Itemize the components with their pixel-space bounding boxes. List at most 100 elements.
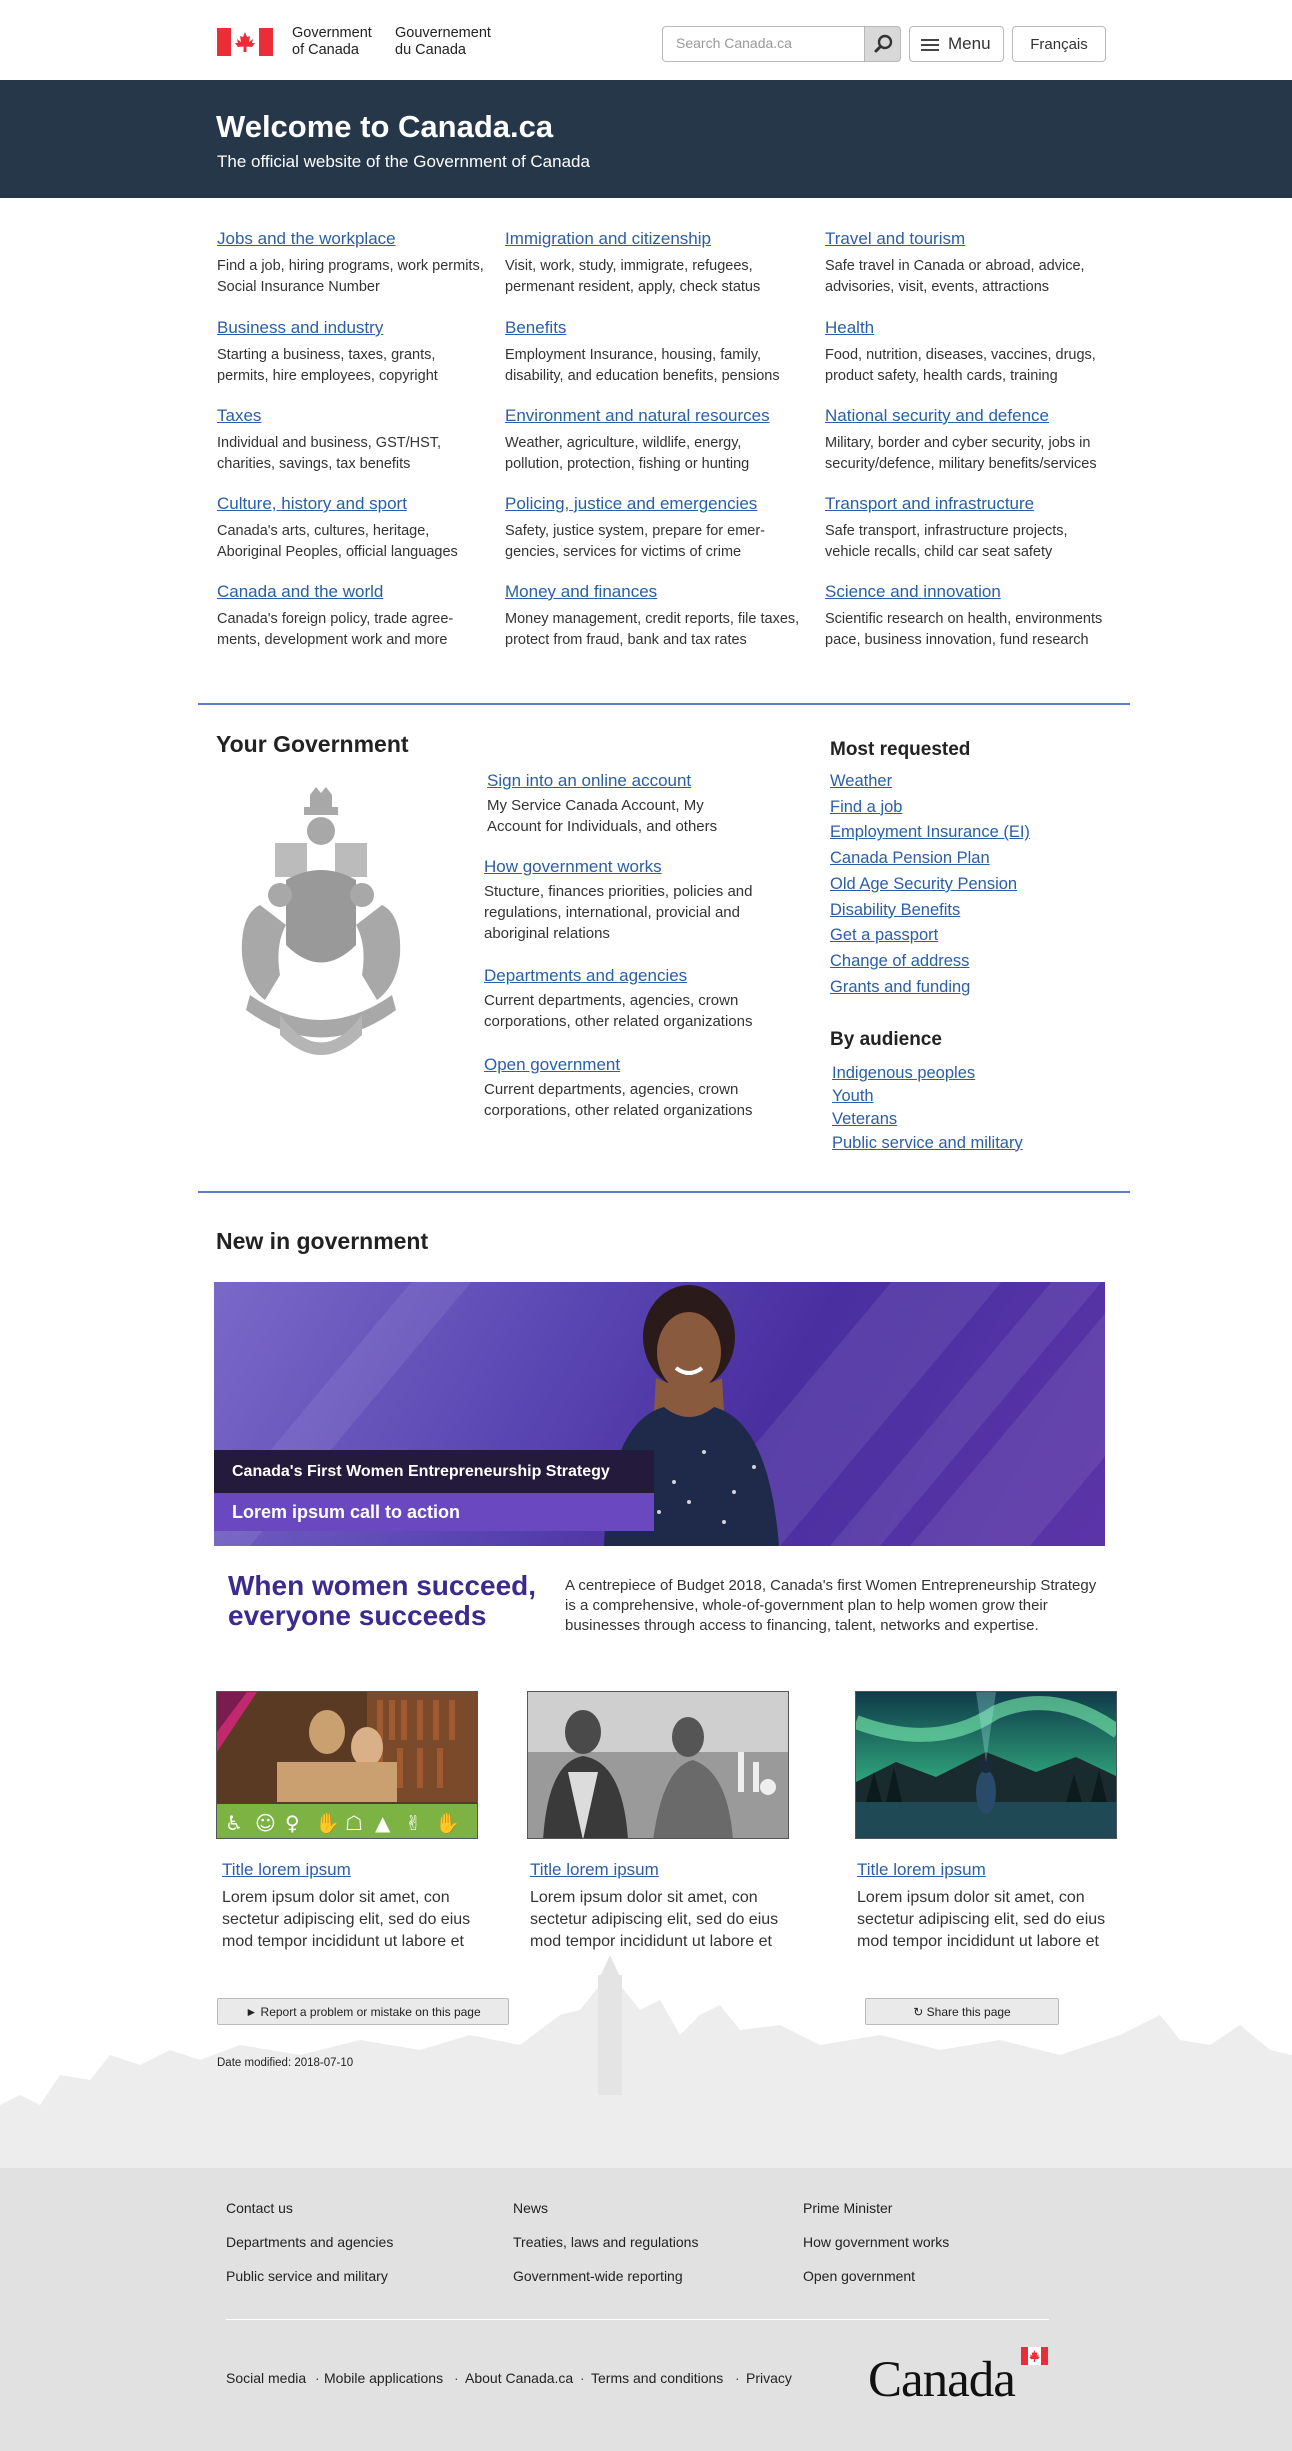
search-input[interactable]: Search Canada.ca xyxy=(662,26,865,62)
card-title-link[interactable]: Title lorem ipsum xyxy=(222,1860,351,1880)
topic-link[interactable]: Taxes xyxy=(217,406,487,426)
topic-item: Transport and infrastructure Safe transpo… xyxy=(825,494,1115,563)
topic-item: National security and defence Military, b… xyxy=(825,406,1125,475)
topic-link[interactable]: Transport and infrastructure xyxy=(825,494,1115,514)
feature-banner[interactable]: Canada's First Women Entrepreneurship St… xyxy=(214,1282,1105,1546)
footer-link-open-government[interactable]: Open government xyxy=(803,2268,915,2284)
topic-link[interactable]: Money and finances xyxy=(505,582,805,602)
audience-link[interactable]: Youth xyxy=(832,1087,874,1105)
scientists-lab-image xyxy=(528,1692,788,1838)
topic-description: Safety, justice system, prepare for emer… xyxy=(505,523,766,560)
hero-banner: Welcome to Canada.ca The official websit… xyxy=(0,80,1292,198)
topic-link[interactable]: Benefits xyxy=(505,318,800,338)
footer-link-departments[interactable]: Departments and agencies xyxy=(226,2234,393,2250)
most-requested-link[interactable]: Employment Insurance (EI) xyxy=(830,823,1030,841)
gov-item-link[interactable]: Departments and agencies xyxy=(484,966,784,986)
most-requested-link[interactable]: Weather xyxy=(830,772,892,790)
footer-link-reporting[interactable]: Government-wide reporting xyxy=(513,2268,683,2284)
footer-sublink-terms[interactable]: Terms and conditions xyxy=(591,2370,723,2386)
footer-link-contact-us[interactable]: Contact us xyxy=(226,2200,293,2216)
card-image[interactable] xyxy=(527,1691,789,1839)
svg-text:☖: ☖ xyxy=(345,1811,363,1835)
card-image[interactable] xyxy=(855,1691,1117,1839)
topic-link[interactable]: Immigration and citizenship xyxy=(505,229,795,249)
footer-sublink-social-media[interactable]: Social media xyxy=(226,2370,306,2386)
topic-link[interactable]: Jobs and the workplace xyxy=(217,229,487,249)
footer-link-public-service[interactable]: Public service and military xyxy=(226,2268,388,2284)
gov-item-description: Current departments, agencies, crown cor… xyxy=(484,1081,753,1119)
topic-description: Safe travel in Canada or abroad, advice,… xyxy=(825,258,1085,295)
svg-text:✋: ✋ xyxy=(315,1811,340,1835)
topic-link[interactable]: Canada and the world xyxy=(217,582,467,602)
card-image[interactable]: ♿ ☺ ♀ ✋ ☖ ▲ ✌ ✋ xyxy=(216,1691,478,1839)
footer-sublink-mobile-apps[interactable]: Mobile applications xyxy=(324,2370,443,2386)
menu-button[interactable]: Menu xyxy=(909,26,1004,62)
most-requested-link[interactable]: Old Age Security Pension xyxy=(830,875,1017,893)
footer-link-how-government-works[interactable]: How government works xyxy=(803,2234,949,2250)
footer-sublink-about[interactable]: About Canada.ca xyxy=(465,2370,573,2386)
government-of-canada-wordmark[interactable]: Government of Canada xyxy=(292,25,372,59)
footer-link-treaties[interactable]: Treaties, laws and regulations xyxy=(513,2234,698,2250)
audience-link[interactable]: Veterans xyxy=(832,1110,897,1128)
topic-link[interactable]: Culture, history and sport xyxy=(217,494,487,514)
topic-link[interactable]: Travel and tourism xyxy=(825,229,1115,249)
feature-tagline: When women succeed, everyone succeeds xyxy=(228,1570,537,1631)
svg-text:♀: ♀ xyxy=(285,1811,300,1835)
card-title-link[interactable]: Title lorem ipsum xyxy=(530,1860,659,1880)
topic-item: Jobs and the workplace Find a job, hiring… xyxy=(217,229,487,298)
footer-link-news[interactable]: News xyxy=(513,2200,548,2216)
audience-link[interactable]: Public service and military xyxy=(832,1134,1023,1152)
gov-en-line1: Government xyxy=(292,25,372,41)
most-requested-link[interactable]: Get a passport xyxy=(830,926,938,944)
topic-item: Science and innovation Scientific researc… xyxy=(825,582,1115,651)
footer-sublink-privacy[interactable]: Privacy xyxy=(746,2370,792,2386)
share-page-button[interactable]: ↻ Share this page xyxy=(865,1998,1059,2025)
canada-flag-icon[interactable] xyxy=(217,28,273,56)
most-requested-link[interactable]: Disability Benefits xyxy=(830,901,960,919)
search-button[interactable] xyxy=(864,26,901,62)
gov-item-departments: Departments and agencies Current departme… xyxy=(484,966,784,1032)
topic-description: Scientific research on health, environme… xyxy=(825,611,1103,648)
topic-link[interactable]: Business and industry xyxy=(217,318,487,338)
topic-link[interactable]: Policing, justice and emergencies xyxy=(505,494,780,514)
list-item: Disability Benefits xyxy=(830,898,1030,924)
new-in-government-heading: New in government xyxy=(216,1228,429,1254)
card-description: Lorem ipsum dolor sit amet, con sectetur… xyxy=(222,1889,471,1950)
gouvernement-du-canada-wordmark[interactable]: Gouvernement du Canada xyxy=(395,25,491,59)
topic-link[interactable]: National security and defence xyxy=(825,406,1125,426)
feature-description: A centrepiece of Budget 2018, Canada's f… xyxy=(565,1577,1097,1634)
separator-dot: · xyxy=(735,2370,740,2386)
most-requested-link[interactable]: Find a job xyxy=(830,798,902,816)
banner-call-to-action[interactable]: Lorem ipsum call to action xyxy=(214,1493,654,1531)
gov-item-link[interactable]: Open government xyxy=(484,1055,784,1075)
most-requested-link[interactable]: Canada Pension Plan xyxy=(830,849,990,867)
topic-item: Money and finances Money management, cred… xyxy=(505,582,805,651)
hamburger-icon xyxy=(921,39,939,51)
topic-item: Environment and natural resources Weather… xyxy=(505,406,785,475)
list-item: Canada Pension Plan xyxy=(830,846,1030,872)
footer-link-prime-minister[interactable]: Prime Minister xyxy=(803,2200,892,2216)
gov-item-link[interactable]: How government works xyxy=(484,857,784,877)
list-item: Indigenous peoples xyxy=(832,1062,1023,1085)
banner-caption: Canada's First Women Entrepreneurship St… xyxy=(214,1450,654,1493)
most-requested-list: Weather Find a job Employment Insurance … xyxy=(830,769,1030,1000)
report-problem-button[interactable]: ► Report a problem or mistake on this pa… xyxy=(217,1998,509,2025)
language-toggle-button[interactable]: Français xyxy=(1012,26,1106,62)
card-description: Lorem ipsum dolor sit amet, con sectetur… xyxy=(530,1889,779,1950)
gov-fr-line1: Gouvernement xyxy=(395,25,491,41)
canada-flag-icon xyxy=(1021,2347,1048,2365)
gov-item-link[interactable]: Sign into an online account xyxy=(487,771,787,791)
topic-link[interactable]: Health xyxy=(825,318,1120,338)
card-title-link[interactable]: Title lorem ipsum xyxy=(857,1860,986,1880)
students-library-image: ♿ ☺ ♀ ✋ ☖ ▲ ✌ ✋ xyxy=(217,1692,477,1838)
list-item: Youth xyxy=(832,1085,1023,1108)
most-requested-link[interactable]: Grants and funding xyxy=(830,978,970,996)
audience-link[interactable]: Indigenous peoples xyxy=(832,1064,975,1082)
most-requested-link[interactable]: Change of address xyxy=(830,952,969,970)
gov-item-sign-in: Sign into an online account My Service Ca… xyxy=(487,771,787,837)
topic-description: Canada's arts, cultures, heritage, Abori… xyxy=(217,523,458,560)
topic-item: Benefits Employment Insurance, housing, f… xyxy=(505,318,800,387)
topic-link[interactable]: Environment and natural resources xyxy=(505,406,785,426)
topic-item: Travel and tourism Safe travel in Canada … xyxy=(825,229,1115,298)
topic-link[interactable]: Science and innovation xyxy=(825,582,1115,602)
